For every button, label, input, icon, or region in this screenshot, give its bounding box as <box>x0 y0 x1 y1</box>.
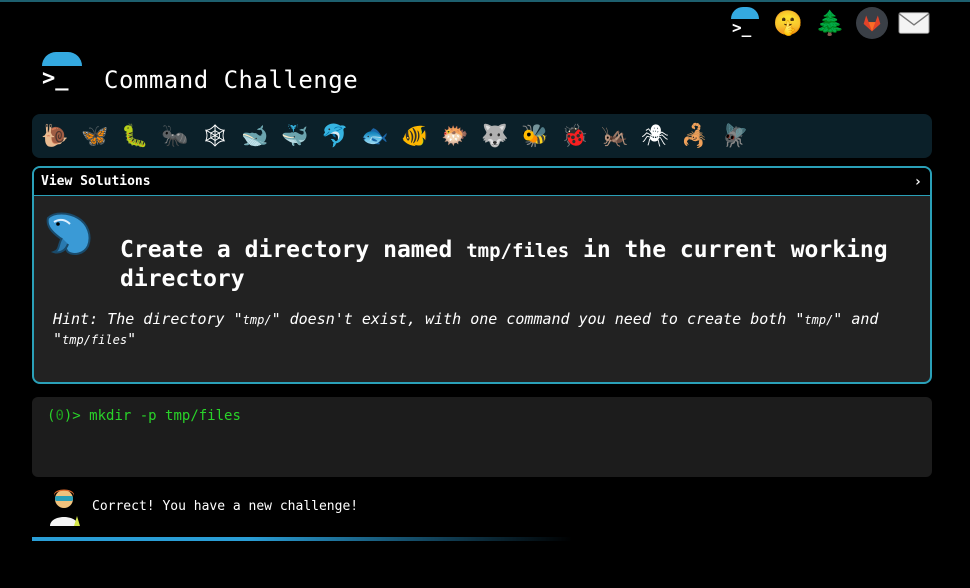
logo: >_ <box>40 52 84 96</box>
spider-web-icon[interactable]: 🕸 <box>198 119 232 153</box>
progress-bar <box>32 537 572 541</box>
fish-icon[interactable]: 🐟 <box>358 119 392 153</box>
wolf-icon[interactable]: 🐺 <box>478 119 512 153</box>
chevron-right-icon: › <box>913 173 922 190</box>
terminal-line: (0)> mkdir -p tmp/files <box>47 408 241 424</box>
caterpillar-icon[interactable]: 🐛 <box>118 119 152 153</box>
page-title: Command Challenge <box>104 66 359 94</box>
butterfly-icon[interactable]: 🦋 <box>78 119 112 153</box>
ant-icon[interactable]: 🐜 <box>158 119 192 153</box>
terminal[interactable]: (0)> mkdir -p tmp/files <box>32 397 932 477</box>
avatar-icon <box>50 489 80 526</box>
challenge-title: Create a directory named tmp/files in th… <box>120 237 888 292</box>
status-message: Correct! You have a new challenge! <box>92 499 359 514</box>
top-icons: >_ 🤫 🌲 <box>728 6 930 40</box>
blowfish-icon[interactable]: 🐡 <box>438 119 472 153</box>
view-solutions-toggle[interactable]: View Solutions › <box>34 168 930 196</box>
mail-icon[interactable] <box>898 7 930 39</box>
snail-icon[interactable]: 🐌 <box>38 119 72 153</box>
challenge-hint: Hint: The directory "tmp/" doesn't exist… <box>53 310 879 348</box>
bee-icon[interactable]: 🐝 <box>518 119 552 153</box>
tropical-fish-icon[interactable]: 🐠 <box>398 119 432 153</box>
terminal-command: mkdir -p tmp/files <box>89 408 241 424</box>
dolphin-icon[interactable]: 🐬 <box>318 119 352 153</box>
view-solutions-label: View Solutions <box>41 174 151 189</box>
challenge-strip: 🐌 🦋 🐛 🐜 🕸 🐋 🐳 🐬 🐟 🐠 🐡 🐺 🐝 🐞 🦗 🕷 🦂 🪰 <box>32 114 932 158</box>
challenge-card: View Solutions › Create a directory name… <box>32 166 932 384</box>
scorpion-icon[interactable]: 🦂 <box>678 119 712 153</box>
tree-icon[interactable]: 🌲 <box>814 7 846 39</box>
fly-icon[interactable]: 🪰 <box>718 119 752 153</box>
spider-icon[interactable]: 🕷 <box>638 119 672 153</box>
whale-icon <box>46 212 91 255</box>
shushing-face-icon[interactable]: 🤫 <box>772 7 804 39</box>
cricket-icon[interactable]: 🦗 <box>598 119 632 153</box>
whale-active-icon[interactable]: 🐳 <box>278 119 312 153</box>
ladybug-icon[interactable]: 🐞 <box>558 119 592 153</box>
whale-icon[interactable]: 🐋 <box>238 119 272 153</box>
exit-code: 0 <box>55 408 64 424</box>
terminal-icon[interactable]: >_ <box>728 6 762 40</box>
gitlab-icon[interactable] <box>856 7 888 39</box>
